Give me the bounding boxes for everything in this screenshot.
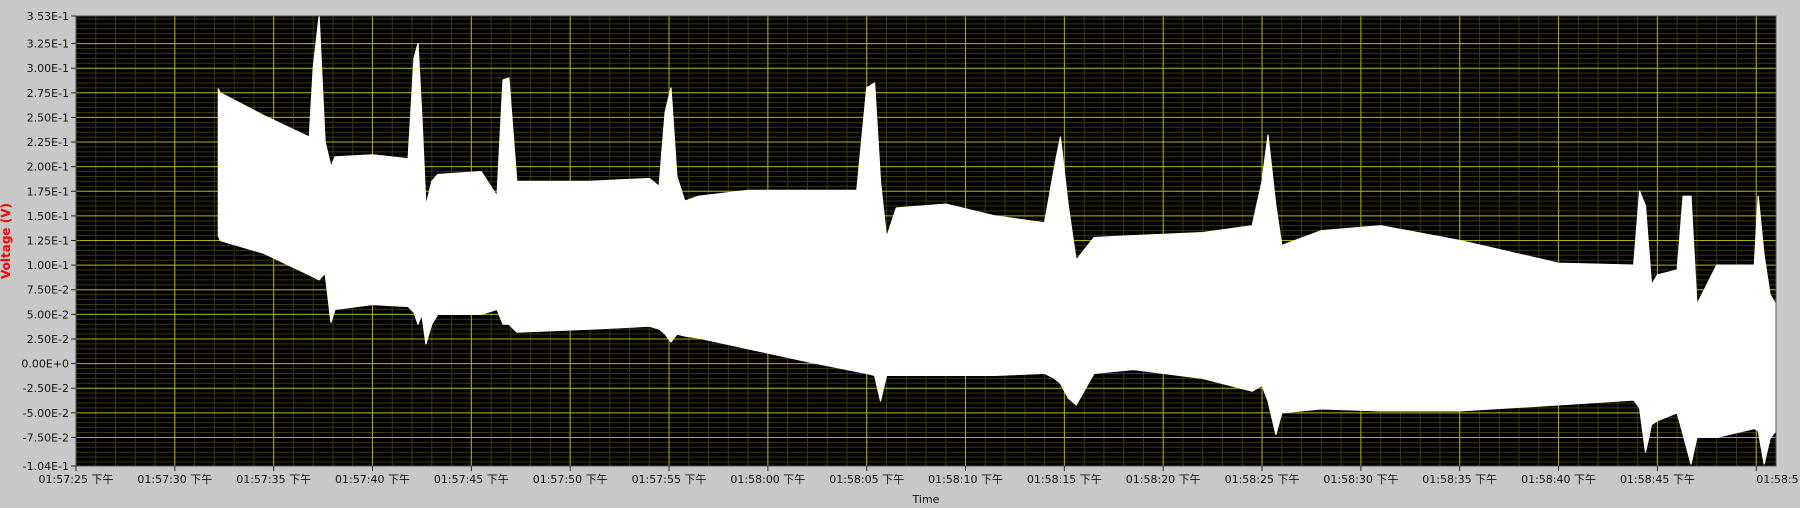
x-tick-label: 01:58:05 下午 [829, 473, 904, 486]
y-tick-label: 1.00E-1 [27, 259, 69, 272]
x-tick-label: 01:58:00 下午 [730, 473, 805, 486]
x-axis-label: Time [912, 493, 940, 504]
x-tick-label: 01:58:20 下午 [1126, 473, 1201, 486]
y-tick-label: 5.00E-2 [27, 308, 69, 321]
y-tick-label: 1.75E-1 [27, 185, 69, 198]
x-tick-label: 01:58:25 下午 [1225, 473, 1300, 486]
x-tick-label: 01:57:30 下午 [137, 473, 212, 486]
x-tick-label: 01:58:30 下午 [1323, 473, 1398, 486]
y-tick-label: 2.75E-1 [27, 87, 69, 100]
x-tick-label: 01:58:15 下午 [1027, 473, 1102, 486]
y-tick-label: -1.04E-1 [23, 460, 69, 473]
y-axis-label: Voltage (V) [0, 203, 13, 279]
y-tick-label: 1.25E-1 [27, 235, 69, 248]
x-tick-label: 01:58:45 下午 [1620, 473, 1695, 486]
y-tick-label: -7.50E-2 [23, 431, 69, 444]
y-tick-label: 3.25E-1 [27, 38, 69, 51]
y-tick-label: -2.50E-2 [23, 382, 69, 395]
y-tick-label: 0.00E+0 [21, 358, 69, 371]
y-tick-label: 2.00E-1 [27, 161, 69, 174]
x-tick-label: 01:57:40 下午 [335, 473, 410, 486]
y-tick-label: 3.53E-1 [27, 10, 69, 23]
chart-svg: 3.53E-1 3.25E-1 3.00E-1 2.75E-1 2.50E-1 2.25E… [0, 0, 1800, 506]
y-tick-label: 2.50E-1 [27, 111, 69, 124]
x-tick-label: 01:58:35 下午 [1422, 473, 1497, 486]
x-tick-label: 01:57:35 下午 [236, 473, 311, 486]
y-tick-label: -5.00E-2 [23, 407, 69, 420]
x-tick-label: 01:58:51 下 [1756, 473, 1800, 486]
x-tick-label: 01:58:40 下午 [1521, 473, 1596, 486]
y-tick-label: 1.50E-1 [27, 210, 69, 223]
voltage-chart: 3.53E-1 3.25E-1 3.00E-1 2.75E-1 2.50E-1 2.25E… [0, 0, 1800, 506]
y-tick-label: 3.00E-1 [27, 62, 69, 75]
y-tick-label: 7.50E-2 [27, 284, 69, 297]
y-tick-label: 2.25E-1 [27, 136, 69, 149]
y-tick-label: 2.50E-2 [27, 333, 69, 346]
x-tick-label: 01:57:55 下午 [632, 473, 707, 486]
x-tick-label: 01:57:50 下午 [533, 473, 608, 486]
x-tick-label: 01:57:25 下午 [39, 473, 114, 486]
x-tick-label: 01:58:10 下午 [928, 473, 1003, 486]
x-tick-label: 01:57:45 下午 [434, 473, 509, 486]
